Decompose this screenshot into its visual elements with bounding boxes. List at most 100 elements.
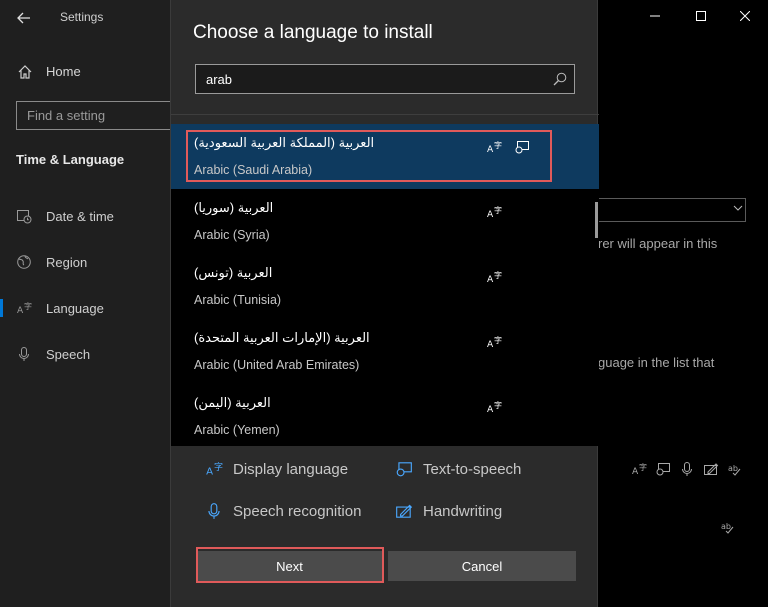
close-icon	[740, 11, 750, 21]
language-english-name: Arabic (United Arab Emirates)	[194, 358, 360, 372]
language-features: A字	[485, 203, 503, 221]
text-to-speech-icon	[513, 138, 531, 156]
legend-label: Text-to-speech	[423, 460, 522, 478]
next-button[interactable]: Next	[197, 551, 382, 581]
chevron-down-icon	[733, 205, 743, 211]
choose-language-dialog: Choose a language to install العربية (ال…	[170, 0, 599, 607]
section-title: Time & Language	[16, 152, 125, 167]
svg-text:A: A	[17, 306, 24, 316]
svg-text:字: 字	[494, 400, 502, 410]
sidebar-item-label: Speech	[46, 347, 91, 362]
search-icon[interactable]	[552, 71, 568, 87]
feature-legend: A字 Display language Text-to-speech Speec…	[171, 446, 599, 546]
cancel-button[interactable]: Cancel	[388, 551, 576, 581]
list-scrollbar[interactable]	[595, 202, 598, 238]
spell-check-icon: ab	[719, 518, 737, 536]
svg-text:A: A	[487, 340, 494, 350]
svg-text:ab: ab	[721, 522, 731, 531]
legend-label: Handwriting	[423, 502, 503, 520]
language-native-name: العربية (المملكة العربية السعودية)	[194, 135, 375, 150]
language-search-input[interactable]	[196, 65, 536, 93]
language-icon: A字	[15, 299, 33, 317]
language-item-arabic-saudi-arabia[interactable]: العربية (المملكة العربية السعودية) Arabi…	[171, 124, 599, 189]
settings-content-pane	[598, 0, 768, 607]
maximize-button[interactable]	[678, 0, 724, 32]
language-native-name: العربية (تونس)	[194, 265, 273, 280]
svg-text:A: A	[632, 467, 639, 477]
minimize-button[interactable]	[632, 0, 678, 32]
display-language-icon: A字	[485, 268, 503, 286]
language-english-name: Arabic (Saudi Arabia)	[194, 163, 313, 177]
svg-text:A: A	[206, 467, 213, 478]
installed-language-features: A字 ab	[630, 460, 744, 478]
divider	[171, 114, 599, 115]
language-english-name: Arabic (Yemen)	[194, 423, 280, 437]
svg-text:字: 字	[494, 140, 502, 150]
find-setting-search[interactable]	[16, 101, 176, 130]
app-title: Settings	[60, 10, 104, 24]
settings-sidebar: Settings Home Time & Language Date & tim…	[0, 0, 176, 607]
home-icon	[16, 63, 34, 81]
svg-text:字: 字	[24, 301, 32, 311]
display-language-icon: A字	[485, 203, 503, 221]
legend-text-to-speech: Text-to-speech	[395, 460, 521, 478]
language-features: A字	[485, 268, 503, 286]
minimize-icon	[650, 15, 660, 17]
legend-handwriting: Handwriting	[395, 502, 502, 520]
sidebar-item-date-time[interactable]: Date & time	[0, 201, 170, 231]
svg-text:A: A	[487, 405, 494, 415]
language-features: A字	[485, 333, 503, 351]
handwriting-icon	[702, 460, 720, 478]
close-button[interactable]	[722, 0, 768, 32]
sidebar-item-label: Home	[46, 64, 81, 79]
svg-text:字: 字	[639, 462, 647, 472]
partial-description-text: guage in the list that	[598, 355, 715, 370]
legend-label: Speech recognition	[233, 502, 362, 520]
legend-display-language: A字 Display language	[205, 460, 348, 478]
svg-text:字: 字	[494, 205, 502, 215]
find-setting-input[interactable]	[17, 102, 175, 129]
language-item-arabic-yemen[interactable]: العربية (اليمن) Arabic (Yemen) A字	[171, 384, 599, 446]
language-features: A字	[485, 138, 531, 156]
language-native-name: العربية (سوريا)	[194, 200, 274, 215]
partial-description-text: rer will appear in this	[598, 236, 718, 251]
sidebar-item-region[interactable]: Region	[0, 247, 170, 277]
back-button[interactable]	[10, 6, 38, 30]
sidebar-item-speech[interactable]: Speech	[0, 339, 170, 369]
sidebar-item-home[interactable]: Home	[0, 58, 170, 86]
language-features: A字	[485, 398, 503, 416]
svg-text:A: A	[487, 210, 494, 220]
legend-speech-recognition: Speech recognition	[205, 502, 361, 520]
maximize-icon	[696, 11, 706, 21]
display-language-icon: A字	[485, 398, 503, 416]
display-language-icon: A字	[630, 460, 648, 478]
svg-text:字: 字	[214, 461, 223, 473]
microphone-icon	[15, 345, 33, 363]
language-english-name: Arabic (Syria)	[194, 228, 270, 242]
partial-dropdown[interactable]	[598, 198, 746, 222]
language-item-arabic-syria[interactable]: العربية (سوريا) Arabic (Syria) A字	[171, 189, 599, 254]
language-english-name: Arabic (Tunisia)	[194, 293, 282, 307]
language-search-box[interactable]	[195, 64, 575, 94]
display-language-icon: A字	[485, 333, 503, 351]
text-to-speech-icon	[654, 460, 672, 478]
microphone-icon	[678, 460, 696, 478]
globe-icon	[15, 253, 33, 271]
sidebar-item-language[interactable]: A字 Language	[0, 293, 170, 323]
text-to-speech-icon	[395, 460, 413, 478]
language-native-name: العربية (اليمن)	[194, 395, 271, 410]
calendar-clock-icon	[15, 207, 33, 225]
back-arrow-icon	[17, 12, 30, 24]
sidebar-item-label: Language	[46, 301, 104, 316]
svg-text:A: A	[487, 145, 494, 155]
svg-text:ab: ab	[728, 464, 738, 473]
language-item-arabic-uae[interactable]: العربية (الإمارات العربية المتحدة) Arabi…	[171, 319, 599, 384]
language-item-arabic-tunisia[interactable]: العربية (تونس) Arabic (Tunisia) A字	[171, 254, 599, 319]
display-language-icon: A字	[205, 460, 223, 478]
display-language-icon: A字	[485, 138, 503, 156]
legend-label: Display language	[233, 460, 349, 478]
handwriting-icon	[395, 502, 413, 520]
language-native-name: العربية (الإمارات العربية المتحدة)	[194, 330, 370, 345]
microphone-icon	[205, 502, 223, 520]
svg-text:A: A	[487, 275, 494, 285]
